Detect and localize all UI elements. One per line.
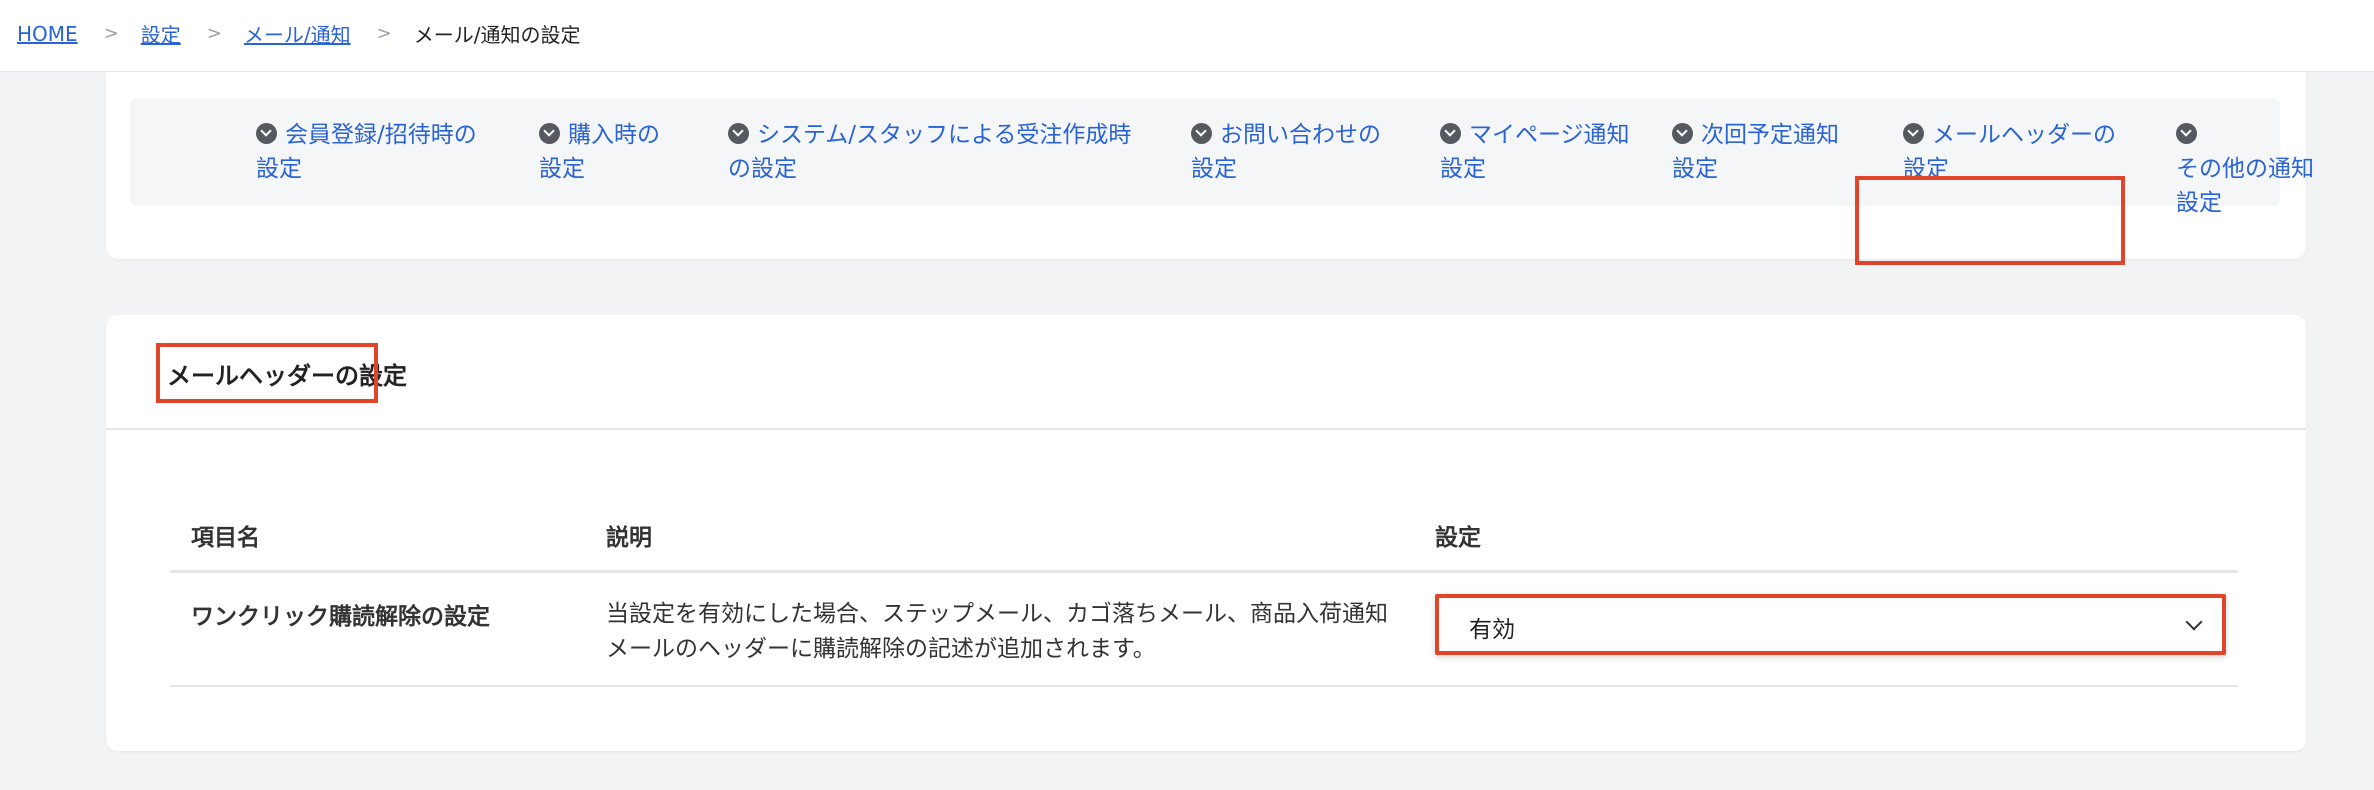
- nav-purchase[interactable]: 購入時の 設定: [539, 118, 660, 186]
- breadcrumb-separator: >: [376, 23, 392, 44]
- column-header-description: 説明: [606, 525, 652, 551]
- column-header-setting: 設定: [1435, 525, 1481, 551]
- chevron-circle-down-icon: [728, 123, 749, 144]
- divider: [170, 570, 2238, 573]
- breadcrumb-separator: >: [206, 23, 222, 44]
- row-description: 当設定を有効にした場合、ステップメール、カゴ落ちメール、商品入荷通知メールのヘッ…: [606, 601, 1388, 662]
- card-header: メールヘッダーの設定: [106, 315, 2306, 430]
- nav-mail-header[interactable]: メールヘッダーの 設定: [1903, 118, 2116, 186]
- mail-header-card: メールヘッダーの設定 項目名 説明 設定 ワンクリック購読解除の設定 当設定を有…: [106, 315, 2306, 751]
- breadcrumb-settings[interactable]: 設定: [141, 19, 181, 48]
- chevron-circle-down-icon: [1672, 123, 1693, 144]
- chevron-circle-down-icon: [2176, 123, 2197, 144]
- section-nav: 会員登録/招待時の 設定 購入時の 設定 システム/スタッフによる受注作成時 の…: [130, 98, 2314, 216]
- top-bar: HOME > 設定 > メール/通知 > メール/通知の設定: [0, 0, 2374, 72]
- nav-next-schedule[interactable]: 次回予定通知 設定: [1672, 118, 1839, 186]
- section-nav-card: 会員登録/招待時の 設定 購入時の 設定 システム/スタッフによる受注作成時 の…: [106, 72, 2314, 265]
- nav-mypage[interactable]: マイページ通知 設定: [1440, 118, 1630, 186]
- chevron-down-icon: [2185, 613, 2203, 631]
- breadcrumb-current: メール/通知の設定: [413, 23, 581, 47]
- row-item-name: ワンクリック購読解除の設定: [191, 604, 490, 630]
- breadcrumb-mail-notice[interactable]: メール/通知: [244, 19, 351, 48]
- column-header-item: 項目名: [191, 525, 260, 551]
- unsubscribe-setting-select[interactable]: 有効: [1435, 594, 2226, 655]
- highlight-box: [156, 343, 378, 403]
- chevron-circle-down-icon: [1440, 123, 1461, 144]
- nav-inquiry[interactable]: お問い合わせの 設定: [1191, 118, 1381, 186]
- divider: [170, 685, 2238, 687]
- chevron-circle-down-icon: [539, 123, 560, 144]
- breadcrumb-separator: >: [103, 23, 119, 44]
- nav-system-order[interactable]: システム/スタッフによる受注作成時 の設定: [728, 118, 1131, 186]
- chevron-circle-down-icon: [1191, 123, 1212, 144]
- chevron-circle-down-icon: [256, 123, 277, 144]
- chevron-circle-down-icon: [1903, 123, 1924, 144]
- nav-member-registration[interactable]: 会員登録/招待時の 設定: [256, 118, 477, 186]
- breadcrumb-home[interactable]: HOME: [17, 22, 78, 46]
- breadcrumb: HOME > 設定 > メール/通知 > メール/通知の設定: [17, 19, 580, 48]
- select-value: 有効: [1469, 617, 1515, 643]
- nav-other[interactable]: その他の通知 設定: [2176, 118, 2314, 220]
